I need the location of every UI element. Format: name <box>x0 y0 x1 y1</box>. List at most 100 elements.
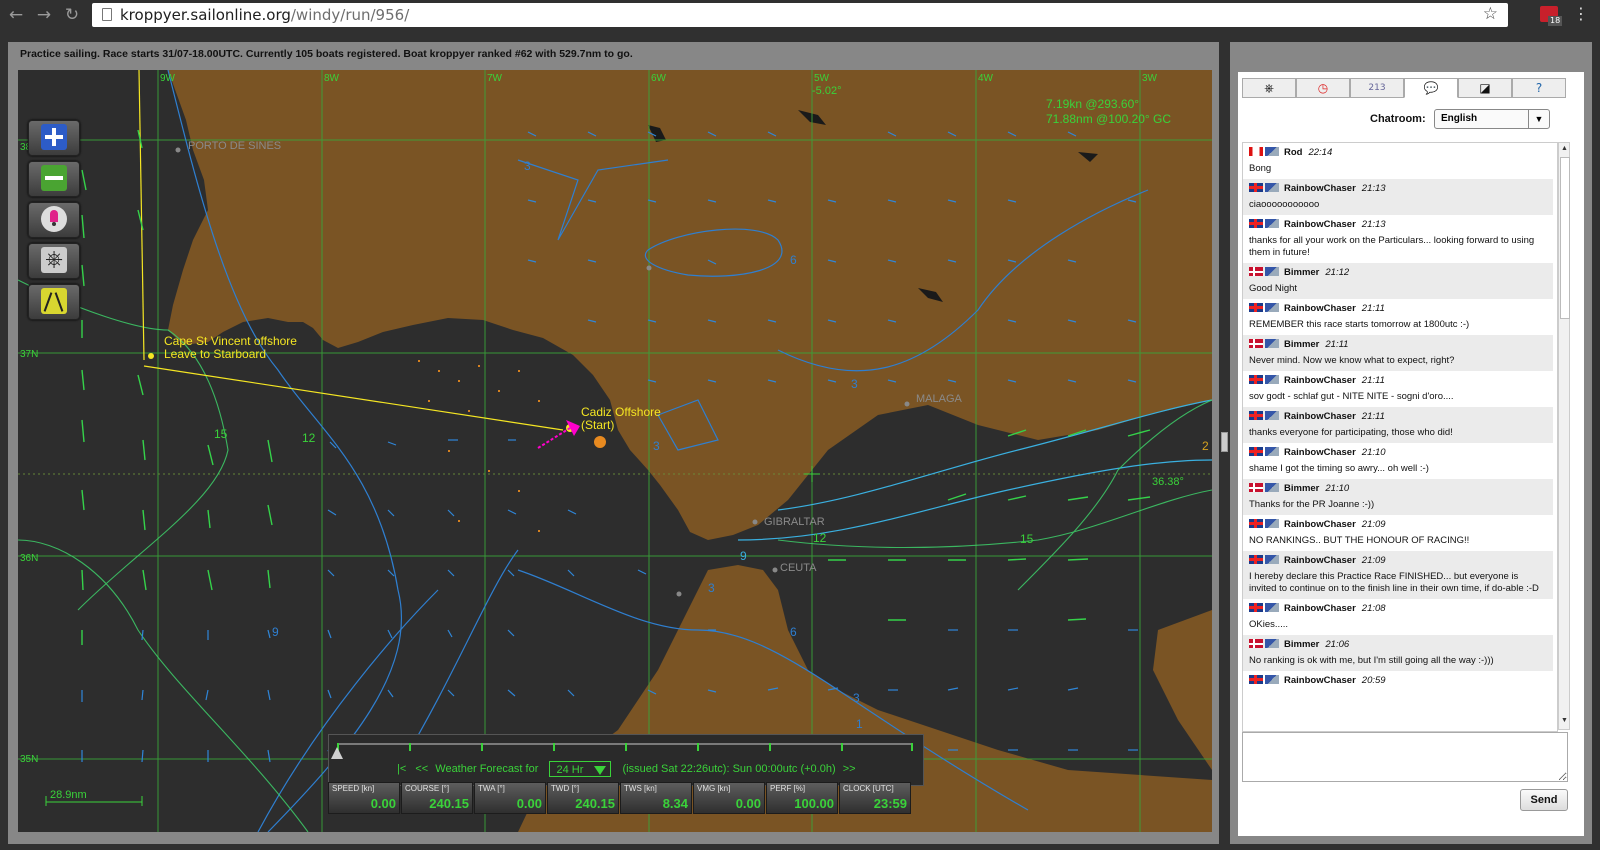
scroll-thumb[interactable] <box>1560 157 1570 319</box>
chat-message-header: Bimmer 21:10 <box>1249 482 1547 496</box>
previous-forecast-button[interactable]: << <box>415 763 428 775</box>
chat-time: 21:13 <box>1361 183 1386 194</box>
isobar-label: 15 <box>1020 532 1034 546</box>
tab-help[interactable]: ? <box>1512 78 1566 98</box>
sailonline-flag-icon <box>1265 183 1279 192</box>
instrument-tws: TWS [kn] 8.34 <box>620 782 692 814</box>
browser-menu-icon[interactable]: ⋮ <box>1573 4 1589 23</box>
sailonline-flag-icon <box>1265 411 1279 420</box>
side-panel: ⎈ ◷ 213 💬 ◪ ? Chatroom: English ▼ Rod 22:1… <box>1230 42 1592 844</box>
lon-label: 9W <box>160 73 176 84</box>
back-icon[interactable]: ← <box>6 5 26 25</box>
chat-username[interactable]: RainbowChaser <box>1284 219 1356 230</box>
url-host: kroppyer.sailonline.org <box>120 6 291 24</box>
chat-text: thanks for all your work on the Particul… <box>1249 235 1535 258</box>
sailonline-flag-icon <box>1265 483 1279 492</box>
chat-username[interactable]: RainbowChaser <box>1284 555 1356 566</box>
chat-username[interactable]: RainbowChaser <box>1284 675 1356 686</box>
place-label: MALAGA <box>916 393 963 405</box>
map-canvas[interactable]: 9W 8W 7W 6W 5W 4W 3W 38N 37N 36N 35N -5.… <box>18 70 1212 832</box>
chat-username[interactable]: RainbowChaser <box>1284 411 1356 422</box>
help-icon: ? <box>1535 81 1543 95</box>
start-mark-label[interactable]: Cadiz Offshore <box>581 405 661 419</box>
chart-map[interactable]: 9W 8W 7W 6W 5W 4W 3W 38N 37N 36N 35N -5.… <box>18 70 1212 832</box>
chat-username[interactable]: RainbowChaser <box>1284 183 1356 194</box>
country-flag-icon <box>1249 339 1263 348</box>
send-button[interactable]: Send <box>1520 789 1568 811</box>
lat-label: 37N <box>20 349 38 360</box>
chat-time: 21:13 <box>1361 219 1386 230</box>
chat-username[interactable]: Bimmer <box>1284 339 1319 350</box>
tab-clock[interactable]: ◷ <box>1296 78 1350 98</box>
isobar-label: 3 <box>653 439 660 453</box>
chat-input[interactable] <box>1242 732 1568 782</box>
lon-label: 7W <box>487 73 503 84</box>
chat-message: RainbowChaser 21:11 thanks everyone for pa… <box>1243 407 1553 443</box>
start-mark-label[interactable]: (Start) <box>581 418 614 432</box>
chat-message-header: RainbowChaser 21:11 <box>1249 302 1547 316</box>
sailonline-flag-icon <box>1265 519 1279 528</box>
chat-username[interactable]: Bimmer <box>1284 639 1319 650</box>
chat-message-header: Bimmer 21:11 <box>1249 338 1547 352</box>
chat-username[interactable]: RainbowChaser <box>1284 447 1356 458</box>
address-bar[interactable]: kroppyer.sailonline.org/windy/run/956/ ☆ <box>92 3 1508 27</box>
isobar-label: 12 <box>813 531 827 545</box>
instrument-twa[interactable]: TWA [°] 0.00 <box>474 782 546 814</box>
lon-label: 5W <box>814 73 830 84</box>
chat-username[interactable]: RainbowChaser <box>1284 375 1356 386</box>
page-icon <box>102 8 112 21</box>
isobar-label: 3 <box>524 159 531 173</box>
chat-username[interactable]: RainbowChaser <box>1284 603 1356 614</box>
ranking-icon: 213 <box>1368 83 1386 93</box>
chat-message: RainbowChaser 21:10 shame I got the timing… <box>1243 443 1553 479</box>
race-panel: Practice sailing. Race starts 31/07-18.0… <box>8 42 1219 844</box>
bookmark-star-icon[interactable]: ☆ <box>1483 4 1498 24</box>
chat-message-header: RainbowChaser 21:13 <box>1249 218 1547 232</box>
chat-messages[interactable]: Rod 22:14 Bong RainbowChaser 21:13 ciaooooooo… <box>1242 142 1558 732</box>
forward-icon[interactable]: → <box>34 5 54 25</box>
first-forecast-button[interactable]: |< <box>397 763 406 775</box>
dividers-icon <box>41 288 67 314</box>
tab-helm[interactable]: ⎈ <box>1242 78 1296 98</box>
chat-message: Bimmer 21:12 Good Night <box>1243 263 1553 299</box>
chat-message: RainbowChaser 21:08 OKies..... <box>1243 599 1553 635</box>
reload-icon[interactable]: ↻ <box>62 5 82 25</box>
chat-message: RainbowChaser 21:11 sov godt - schlaf gut … <box>1243 371 1553 407</box>
forecast-controls: |< << Weather Forecast for 24 Hr (issued… <box>397 761 856 777</box>
zoom-out-button[interactable] <box>28 161 80 197</box>
place-label: CEUTA <box>780 562 817 574</box>
chat-scrollbar[interactable]: ▲ ▼ <box>1558 142 1570 730</box>
chat-text: Bong <box>1249 163 1272 174</box>
forecast-hours-select[interactable]: 24 Hr <box>549 761 612 777</box>
scroll-down-icon[interactable]: ▼ <box>1560 717 1569 727</box>
forecast-slider-thumb[interactable] <box>331 747 343 759</box>
helm-icon: ⎈ <box>1264 81 1274 95</box>
center-boat-button[interactable] <box>28 202 80 238</box>
panel-splitter[interactable] <box>1221 432 1228 452</box>
chat-username[interactable]: RainbowChaser <box>1284 519 1356 530</box>
instrument-course[interactable]: COURSE [°] 240.15 <box>401 782 473 814</box>
cape-mark-label[interactable]: Cape St Vincent offshore <box>164 334 297 348</box>
isobar-label: 1 <box>856 717 863 731</box>
country-flag-icon <box>1249 219 1263 228</box>
chatroom-select[interactable]: English ▼ <box>1434 109 1550 129</box>
compass-button[interactable] <box>28 284 80 320</box>
isobar-label: 15 <box>214 427 228 441</box>
cape-mark-label[interactable]: Leave to Starboard <box>164 347 266 361</box>
chat-username[interactable]: Bimmer <box>1284 483 1319 494</box>
scroll-up-icon[interactable]: ▲ <box>1560 145 1569 155</box>
chat-time: 21:10 <box>1325 483 1350 494</box>
forecast-slider-track[interactable] <box>331 743 913 759</box>
chat-username[interactable]: Rod <box>1284 147 1302 158</box>
helm-button[interactable]: ⎈ <box>28 243 80 279</box>
other-boat-icon[interactable] <box>594 436 606 448</box>
chat-username[interactable]: RainbowChaser <box>1284 303 1356 314</box>
zoom-in-button[interactable] <box>28 120 80 156</box>
next-forecast-button[interactable]: >> <box>843 763 856 775</box>
chat-username[interactable]: Bimmer <box>1284 267 1319 278</box>
tab-flags[interactable]: ◪ <box>1458 78 1512 98</box>
tab-ranking[interactable]: 213 <box>1350 78 1404 98</box>
country-flag-icon <box>1249 483 1263 492</box>
tab-chat[interactable]: 💬 <box>1404 78 1458 98</box>
cape-mark-dot[interactable] <box>148 353 154 359</box>
